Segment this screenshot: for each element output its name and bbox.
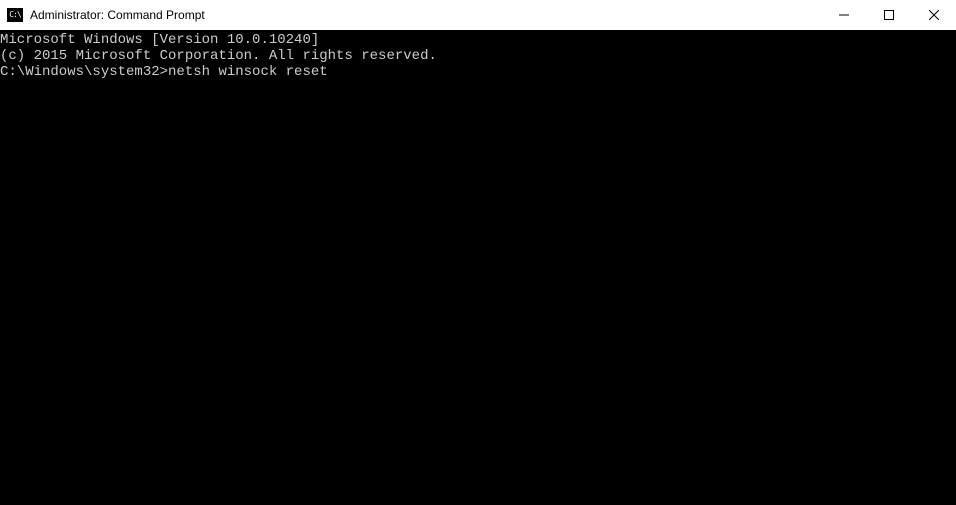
terminal-output-line: Microsoft Windows [Version 10.0.10240] [0,32,956,48]
maximize-icon [884,10,894,20]
terminal-prompt: C:\Windows\system32> [0,64,168,80]
minimize-icon [839,10,849,20]
terminal-input-command: netsh winsock reset [168,64,328,80]
cmd-icon: C:\ [7,8,23,22]
maximize-button[interactable] [866,0,911,30]
close-icon [929,10,939,20]
minimize-button[interactable] [821,0,866,30]
terminal-output-line: (c) 2015 Microsoft Corporation. All righ… [0,48,956,64]
window-title: Administrator: Command Prompt [30,8,205,22]
terminal-area[interactable]: Microsoft Windows [Version 10.0.10240](c… [0,30,956,505]
close-button[interactable] [911,0,956,30]
titlebar: C:\ Administrator: Command Prompt [0,0,956,30]
terminal-command-line: C:\Windows\system32>netsh winsock reset [0,64,956,80]
window-controls [821,0,956,30]
